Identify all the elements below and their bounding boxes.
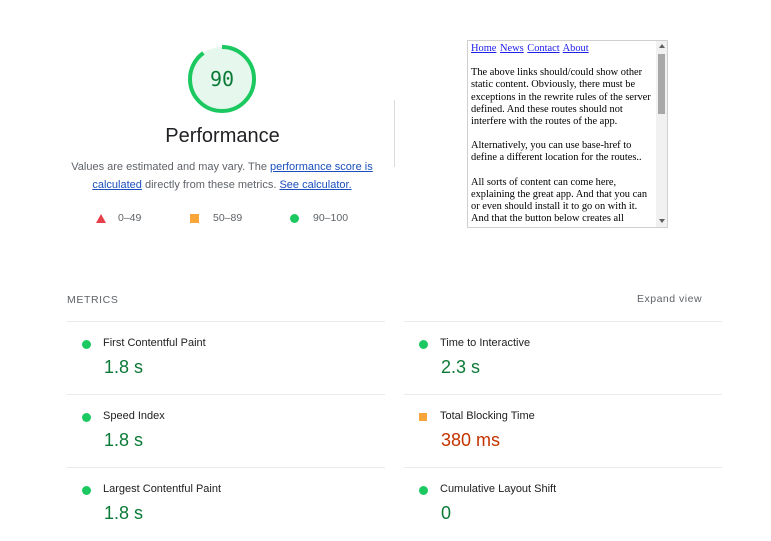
description-text-middle: directly from these metrics. (141, 179, 280, 191)
metric-name: Speed Index (103, 410, 165, 422)
vertical-divider (394, 100, 395, 167)
legend-pass: 90–100 (290, 212, 348, 224)
metric-value: 2.3 s (441, 357, 481, 377)
metric-value: 380 ms (441, 430, 501, 450)
scroll-down-icon[interactable] (659, 219, 665, 223)
circle-pass-icon (82, 340, 91, 349)
description-text: Values are estimated and may vary. The (71, 161, 270, 173)
metric-total-blocking-time: Total Blocking Time 380 ms (404, 395, 722, 468)
see-calculator-link[interactable]: See calculator. (279, 179, 351, 191)
expand-view-toggle[interactable]: Expand view (637, 293, 702, 305)
legend-label: 90–100 (313, 212, 349, 224)
triangle-fail-icon (96, 213, 106, 223)
preview-content: Home News Contact About The above links … (471, 43, 651, 227)
circle-pass-icon (419, 486, 428, 495)
circle-pass-icon (82, 413, 91, 422)
metric-name: Cumulative Layout Shift (440, 483, 557, 495)
scrollbar-thumb[interactable] (658, 54, 665, 114)
metric-name: Largest Contentful Paint (103, 483, 222, 495)
metric-name: First Contentful Paint (103, 337, 206, 349)
metric-value: 1.8 s (104, 357, 144, 377)
preview-nav-news[interactable]: News (500, 43, 524, 54)
metric-time-to-interactive: Time to Interactive 2.3 s (404, 322, 722, 395)
metric-largest-contentful-paint: Largest Contentful Paint 1.8 s (67, 468, 385, 541)
metrics-header: METRICS (67, 294, 119, 306)
preview-nav: Home News Contact About (471, 43, 651, 55)
metric-value: 1.8 s (104, 430, 144, 450)
metric-cumulative-layout-shift: Cumulative Layout Shift 0 (404, 468, 722, 541)
circle-pass-icon (290, 213, 299, 223)
final-screenshot-preview[interactable]: Home News Contact About The above links … (467, 40, 668, 228)
category-description: Values are estimated and may vary. The p… (62, 158, 382, 194)
metric-value: 0 (441, 503, 452, 523)
performance-score: 90 (209, 67, 235, 91)
square-average-icon (419, 413, 427, 421)
preview-nav-about[interactable]: About (563, 43, 589, 54)
legend-label: 0–49 (118, 212, 142, 224)
preview-paragraph: All sorts of content can come here, expl… (471, 176, 648, 225)
circle-pass-icon (419, 340, 428, 349)
legend-average: 50–89 (190, 212, 242, 224)
metric-speed-index: Speed Index 1.8 s (67, 395, 385, 468)
preview-nav-contact[interactable]: Contact (527, 43, 559, 54)
preview-nav-home[interactable]: Home (471, 43, 496, 54)
preview-paragraph: The above links should/could show other … (471, 67, 651, 128)
circle-pass-icon (82, 486, 91, 495)
metric-first-contentful-paint: First Contentful Paint 1.8 s (67, 322, 385, 395)
legend-fail: 0–49 (96, 212, 141, 224)
metric-value: 1.8 s (104, 503, 144, 523)
category-title: Performance (165, 125, 280, 147)
legend-label: 50–89 (213, 212, 243, 224)
metric-name: Time to Interactive (440, 337, 531, 349)
square-average-icon (190, 213, 199, 223)
preview-scrollbar[interactable] (656, 41, 667, 227)
metric-name: Total Blocking Time (440, 410, 535, 422)
preview-paragraph: Alternatively, you can use base-href to … (471, 140, 642, 164)
scroll-up-icon[interactable] (659, 44, 665, 48)
